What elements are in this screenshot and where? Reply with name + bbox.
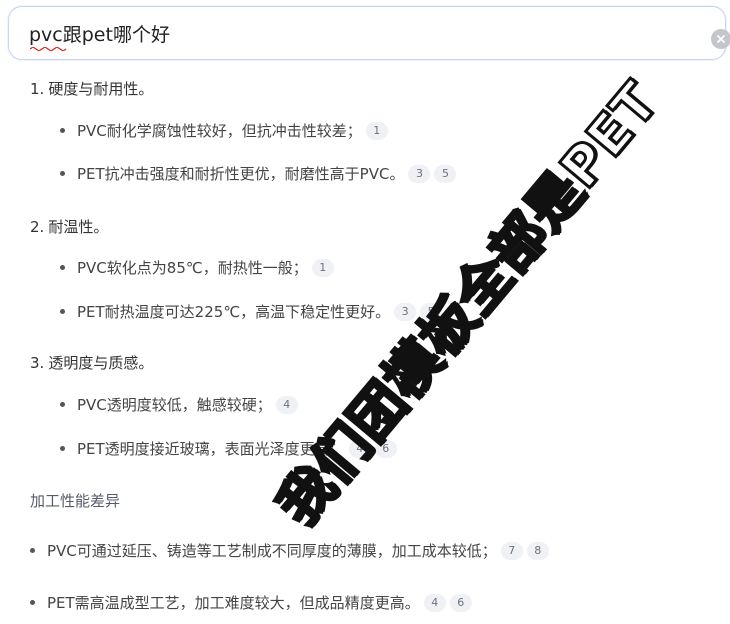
bullet-dot (30, 548, 35, 553)
bullet-dot (60, 309, 65, 314)
citation-badge[interactable]: 3 (394, 302, 417, 321)
list-item: PET抗冲击强度和耐折性更优，耐磨性高于PVC。 3 5 (60, 163, 457, 184)
section-title: 耐温性。 (48, 218, 109, 236)
list-item-text: PVC透明度较低，触感较硬； (77, 396, 272, 414)
bullet-dot (30, 600, 35, 605)
list-item: PVC耐化学腐蚀性较好，但抗冲击性较差； 1 (60, 120, 388, 141)
list-item-text: PET透明度接近玻璃，表面光泽度更高。 (77, 440, 345, 458)
section-title: 硬度与耐用性。 (48, 80, 154, 98)
citation-badge[interactable]: 5 (420, 302, 443, 321)
bullet-dot (60, 265, 65, 270)
search-box (8, 6, 730, 60)
section-title: 透明度与质感。 (48, 354, 154, 372)
list-item: PVC透明度较低，触感较硬； 4 (60, 394, 298, 415)
list-item: PVC可通过延压、铸造等工艺制成不同厚度的薄膜，加工成本较低； 7 8 (30, 540, 549, 561)
citation-badge[interactable]: 6 (449, 593, 472, 612)
list-item-text: PVC耐化学腐蚀性较好，但抗冲击性较差； (77, 122, 362, 140)
section-number: 3. (30, 354, 45, 372)
list-item: PET需高温成型工艺，加工难度较大，但成品精度更高。 4 6 (30, 592, 472, 613)
list-item-text: PVC软化点为85℃，耐热性一般； (77, 259, 308, 277)
list-item-text: PVC可通过延压、铸造等工艺制成不同厚度的薄膜，加工成本较低； (47, 542, 497, 560)
bullet-dot (60, 446, 65, 451)
list-item: PET耐热温度可达225℃，高温下稳定性更好。 3 5 (60, 301, 443, 322)
list-item-text: PET需高温成型工艺，加工难度较大，但成品精度更高。 (47, 594, 420, 612)
section-number: 1. (30, 80, 45, 98)
section-title: 加工性能差异 (30, 492, 121, 510)
citation-badge[interactable]: 8 (526, 541, 549, 560)
section-number: 2. (30, 218, 45, 236)
close-icon (717, 35, 725, 43)
list-item: PET透明度接近玻璃，表面光泽度更高。 4 6 (60, 438, 397, 459)
section-heading: 1. 硬度与耐用性。 (30, 78, 153, 99)
bullet-dot (60, 402, 65, 407)
citation-badge[interactable]: 4 (423, 593, 446, 612)
citation-badge[interactable]: 5 (434, 164, 457, 183)
section-heading: 3. 透明度与质感。 (30, 352, 153, 373)
citation-badge[interactable]: 7 (500, 541, 523, 560)
answer-content: 1. 硬度与耐用性。 PVC耐化学腐蚀性较好，但抗冲击性较差； 1 PET抗冲击强… (0, 66, 730, 624)
page: 1.硬度与耐用性。 PVC耐化学腐蚀性较好，但抗冲击性较差； 1 PET抗冲击强… (0, 0, 730, 624)
citation-badge[interactable]: 4 (348, 439, 371, 458)
list-item-text: PET耐热温度可达225℃，高温下稳定性更好。 (77, 303, 391, 321)
citation-badge[interactable]: 1 (365, 121, 388, 140)
search-input[interactable] (29, 17, 689, 49)
clear-button[interactable] (711, 29, 730, 49)
list-item-text: PET抗冲击强度和耐折性更优，耐磨性高于PVC。 (77, 165, 405, 183)
citation-badge[interactable]: 3 (408, 164, 431, 183)
citation-badge[interactable]: 4 (275, 395, 298, 414)
citation-badge[interactable]: 6 (374, 439, 397, 458)
spellcheck-underline (30, 47, 67, 51)
citation-badge[interactable]: 1 (311, 258, 334, 277)
bullet-dot (60, 128, 65, 133)
list-item: PVC软化点为85℃，耐热性一般； 1 (60, 257, 334, 278)
bullet-dot (60, 171, 65, 176)
section-heading: 2. 耐温性。 (30, 216, 108, 237)
